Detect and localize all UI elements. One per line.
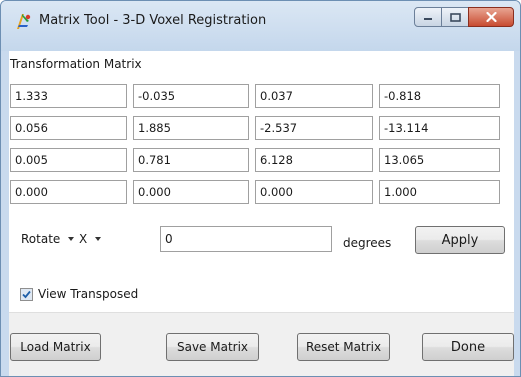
footer-bar: Load Matrix Save Matrix Reset Matrix Don… [9, 312, 514, 376]
axis-dropdown-value: X [79, 232, 88, 246]
chevron-down-icon [95, 237, 102, 241]
done-button[interactable]: Done [422, 333, 514, 361]
window-controls [414, 7, 514, 29]
window-title: Matrix Tool - 3-D Voxel Registration [39, 13, 267, 28]
matrix-cell-r3-c4[interactable] [379, 148, 500, 172]
matrix-cell-r2-c3[interactable] [255, 116, 373, 140]
matrix-cell-r2-c1[interactable] [10, 116, 127, 140]
checkbox-box [20, 288, 33, 301]
matrix-label: Transformation Matrix [10, 57, 142, 71]
chevron-down-icon [68, 237, 75, 241]
matrix-cell-r4-c3[interactable] [255, 180, 373, 204]
matrix-cell-r3-c3[interactable] [255, 148, 373, 172]
matrix-cell-r3-c2[interactable] [133, 148, 249, 172]
operation-dropdown-value: Rotate [21, 232, 61, 246]
matrix-cell-r4-c2[interactable] [133, 180, 249, 204]
checkmark-icon [22, 290, 31, 299]
minimize-icon [424, 18, 432, 20]
degrees-label: degrees [343, 236, 392, 250]
load-matrix-button[interactable]: Load Matrix [10, 333, 101, 361]
dialog-content: Transformation Matrix Rotate X [9, 51, 514, 376]
maximize-icon [449, 12, 461, 22]
matrix-cell-r1-c4[interactable] [379, 84, 500, 108]
matrix-cell-r2-c4[interactable] [379, 116, 500, 140]
apply-button[interactable]: Apply [415, 226, 505, 254]
reset-matrix-button[interactable]: Reset Matrix [297, 333, 390, 361]
close-icon [485, 12, 497, 22]
matrix-tool-window: Matrix Tool - 3-D Voxel Registration Tra… [0, 0, 521, 377]
operation-dropdown[interactable]: Rotate [21, 232, 75, 246]
matrix-cell-r4-c4[interactable] [379, 180, 500, 204]
close-button[interactable] [468, 7, 514, 27]
matrix-cell-r1-c2[interactable] [133, 84, 249, 108]
matrix-cell-r3-c1[interactable] [10, 148, 127, 172]
amount-input[interactable] [160, 226, 332, 252]
matrix-cell-r4-c1[interactable] [10, 180, 127, 204]
save-matrix-button[interactable]: Save Matrix [166, 333, 259, 361]
matrix-tool-app-icon [17, 14, 31, 29]
matrix-cell-r2-c2[interactable] [133, 116, 249, 140]
matrix-cell-r1-c3[interactable] [255, 84, 373, 108]
view-transposed-label: View Transposed [38, 287, 139, 301]
title-bar[interactable]: Matrix Tool - 3-D Voxel Registration [1, 1, 520, 51]
maximize-button[interactable] [441, 7, 469, 27]
axis-dropdown[interactable]: X [79, 232, 102, 246]
minimize-button[interactable] [414, 7, 442, 27]
matrix-cell-r1-c1[interactable] [10, 84, 127, 108]
